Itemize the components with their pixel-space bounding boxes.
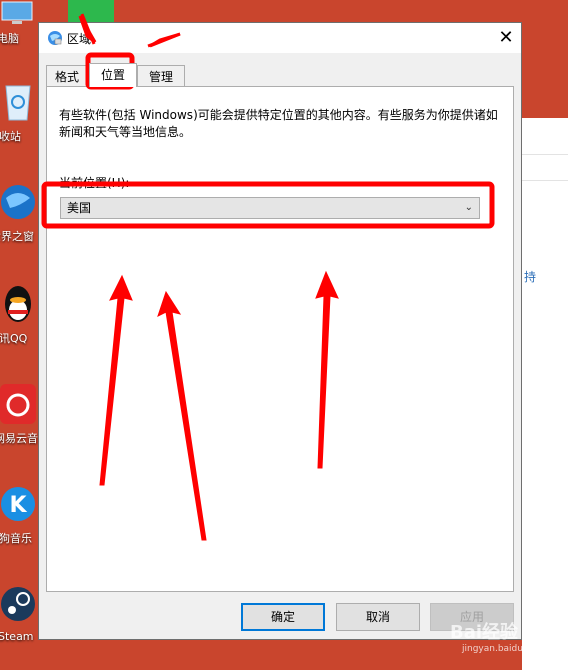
desktop-icon-label: 世界之窗 xyxy=(0,230,34,243)
recycle-bin-icon xyxy=(5,85,31,121)
desktop-icon-kugou[interactable]: K 酷狗音乐 xyxy=(0,482,40,562)
cancel-button[interactable]: 取消 xyxy=(336,603,420,631)
selected-location-value: 美国 xyxy=(67,201,92,215)
tab-location[interactable]: 位置 xyxy=(89,63,137,87)
close-button[interactable]: ✕ xyxy=(491,23,521,53)
kugou-icon: K xyxy=(1,487,35,521)
dialog-title: 区域 xyxy=(67,32,92,46)
desktop-icon-steam[interactable]: Steam xyxy=(0,582,40,662)
netease-music-icon xyxy=(0,384,36,424)
desktop-icon-label: 酷狗音乐 xyxy=(0,532,32,545)
desktop-icon-label: Steam xyxy=(0,630,34,643)
tab-format[interactable]: 格式 xyxy=(46,65,88,87)
divider xyxy=(522,180,568,181)
partial-app-icon[interactable] xyxy=(68,0,114,22)
current-location-select[interactable]: 美国 ⌄ xyxy=(60,197,480,219)
region-globe-icon xyxy=(48,31,62,45)
svg-text:K: K xyxy=(9,493,27,518)
location-tab-panel: 有些软件(包括 Windows)可能会提供特定位置的其他内容。有些服务为你提供诸… xyxy=(46,86,514,592)
desktop-icon-qq[interactable]: 腾讯QQ xyxy=(0,282,40,362)
ok-button[interactable]: 确定 xyxy=(241,603,325,631)
desktop-icon-netease[interactable]: 网易云音乐 xyxy=(0,382,49,462)
location-description: 有些软件(包括 Windows)可能会提供特定位置的其他内容。有些服务为你提供诸… xyxy=(59,108,498,139)
steam-icon xyxy=(1,587,35,621)
desktop-icon-label: 此电脑 xyxy=(0,32,19,45)
desktop-icon-browser[interactable]: 世界之窗 xyxy=(0,180,40,260)
desktop-icon-label: 腾讯QQ xyxy=(0,332,28,345)
baidu-watermark: Bai经验 xyxy=(450,622,519,643)
tab-administrative[interactable]: 管理 xyxy=(137,65,185,87)
qq-penguin-icon xyxy=(5,286,31,322)
desktop-icon-computer[interactable]: 此电脑 xyxy=(0,0,40,80)
close-icon: ✕ xyxy=(498,27,514,48)
baidu-watermark-url: jingyan.baidu.com xyxy=(462,644,546,654)
current-location-label: 当前位置(H): xyxy=(59,176,130,190)
desktop-icon-label: 回收站 xyxy=(0,130,21,143)
browser-globe-icon xyxy=(1,185,35,219)
background-link[interactable]: 持 xyxy=(524,268,536,285)
title-bar[interactable]: 区域 ✕ xyxy=(39,23,521,53)
chevron-down-icon: ⌄ xyxy=(464,202,473,213)
background-window: 持 xyxy=(522,118,568,670)
divider xyxy=(522,154,568,155)
desktop-icon-recycle-bin[interactable]: 回收站 xyxy=(0,80,40,160)
region-dialog: 区域 ✕ 格式 位置 管理 有些软件(包括 Windows)可能会提供特定位置的… xyxy=(38,22,522,640)
